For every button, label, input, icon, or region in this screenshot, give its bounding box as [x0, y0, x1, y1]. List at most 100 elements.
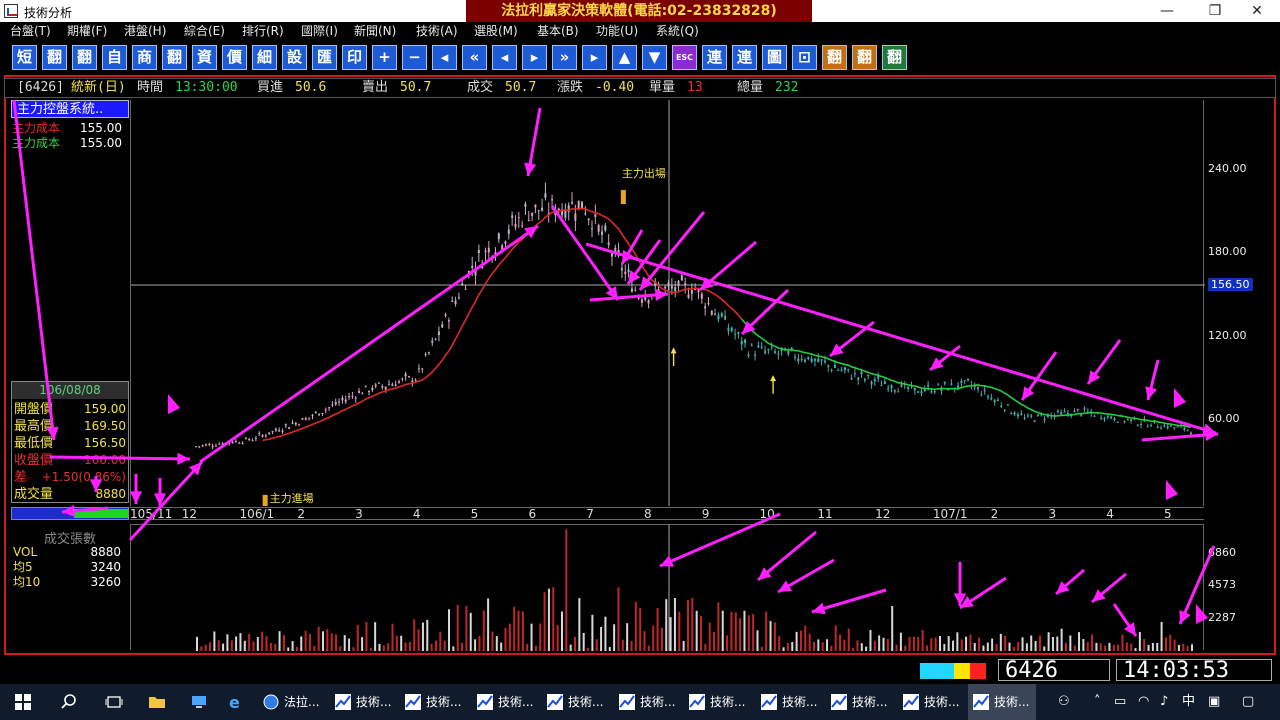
candle-body: [887, 388, 890, 390]
taskbar-app-technical[interactable]: 技術...: [472, 684, 540, 720]
toolbar-button-11[interactable]: 匯: [312, 45, 337, 70]
date-tick-label: 2: [990, 507, 999, 521]
menu-item-news[interactable]: 新聞(N): [354, 22, 396, 41]
toolbar-button-6[interactable]: 翻: [162, 45, 187, 70]
battery-icon[interactable]: ▭: [1114, 684, 1130, 720]
candle-body: [454, 300, 457, 305]
volume-icon[interactable]: ♪: [1160, 684, 1176, 720]
ime-indicator[interactable]: 中: [1182, 684, 1198, 720]
volume-bar: [1112, 644, 1115, 651]
taskbar-app-technical[interactable]: 技術...: [826, 684, 894, 720]
taskbar-app-technical[interactable]: 技術...: [614, 684, 682, 720]
date-tick-label: 7: [586, 507, 594, 521]
quote-info-bar: [6426] 統新(日) 時間 13:30:00 買進 50.6 賣出 50.7…: [4, 78, 1276, 98]
volume-bar: [330, 633, 333, 651]
volume-bar: [795, 631, 798, 651]
menu-item-system[interactable]: 系統(Q): [656, 22, 699, 41]
taskbar-app-technical[interactable]: 技術...: [898, 684, 966, 720]
volume-chart[interactable]: [130, 524, 1204, 651]
close-button[interactable]: ✕: [1234, 0, 1280, 22]
taskbar-app-technical[interactable]: 技術...: [756, 684, 824, 720]
taskbar-app-technical[interactable]: 技術...: [684, 684, 752, 720]
volume-bar: [526, 643, 529, 651]
file-explorer-button[interactable]: [144, 684, 170, 720]
toolbar-button-12[interactable]: 印: [342, 45, 367, 70]
wifi-icon[interactable]: ◠: [1138, 684, 1154, 720]
candle-body: [281, 430, 284, 432]
toolbar-button-28[interactable]: 翻: [822, 45, 847, 70]
task-view-button[interactable]: [101, 684, 127, 720]
candle-body: [1160, 428, 1163, 430]
toolbar-button-3[interactable]: 翻: [72, 45, 97, 70]
toolbar-button-24[interactable]: 連: [702, 45, 727, 70]
toolbar-button-23[interactable]: ESC: [672, 45, 697, 70]
search-button[interactable]: [56, 684, 82, 720]
menu-item-screener[interactable]: 選股(M): [474, 22, 518, 41]
candle-body: [564, 210, 567, 218]
chevron-up-icon[interactable]: ˄: [1094, 684, 1108, 720]
toolbar-button-20[interactable]: ▸: [582, 45, 607, 70]
candle-body: [534, 204, 537, 208]
minimize-button[interactable]: —: [1144, 0, 1190, 22]
toolbar-button-1[interactable]: 短: [12, 45, 37, 70]
price-chart[interactable]: 主力出場 主力進場: [130, 100, 1205, 513]
candle-body: [1080, 414, 1083, 416]
volume-bar: [482, 610, 485, 651]
candle-body: [807, 356, 810, 360]
toolbar-button-27[interactable]: ⊡: [792, 45, 817, 70]
volume-bar: [1030, 635, 1033, 651]
menu-item-function[interactable]: 功能(U): [596, 22, 638, 41]
toolbar-button-25[interactable]: 連: [732, 45, 757, 70]
toolbar-button-30[interactable]: 翻: [882, 45, 907, 70]
notification-icon[interactable]: ▢: [1242, 684, 1260, 720]
people-icon[interactable]: ⚇: [1058, 684, 1076, 720]
menu-item-fundamental[interactable]: 基本(B): [537, 22, 579, 41]
toolbar-button-19[interactable]: »: [552, 45, 577, 70]
toolbar-button-2[interactable]: 翻: [42, 45, 67, 70]
toolbar-button-15[interactable]: ◂: [432, 45, 457, 70]
candle-body: [427, 352, 430, 354]
toolbar-button-10[interactable]: 設: [282, 45, 307, 70]
candle-body: [338, 401, 341, 403]
taskbar-app-ferrari[interactable]: 法拉...: [258, 684, 326, 720]
candle-body: [777, 353, 780, 355]
taskbar-app-technical[interactable]: 技術...: [968, 684, 1036, 720]
candle-body: [977, 387, 980, 390]
toolbar-button-29[interactable]: 翻: [852, 45, 877, 70]
toolbar-button-21[interactable]: ▲: [612, 45, 637, 70]
maximize-button[interactable]: ❐: [1192, 0, 1238, 22]
toolbar-button-4[interactable]: 自: [102, 45, 127, 70]
ie-button[interactable]: e: [222, 684, 248, 720]
toolbar-button-18[interactable]: ▸: [522, 45, 547, 70]
toolbar-button-7[interactable]: 資: [192, 45, 217, 70]
candle-body: [870, 381, 873, 385]
toolbar-button-17[interactable]: ◂: [492, 45, 517, 70]
candle-body: [1083, 408, 1086, 410]
store-button[interactable]: [186, 684, 212, 720]
menu-item-taiwan[interactable]: 台盤(T): [10, 22, 51, 41]
toolbar-button-22[interactable]: ▼: [642, 45, 667, 70]
taskbar-app-technical[interactable]: 技術...: [330, 684, 398, 720]
volume-bar: [547, 588, 550, 651]
menu-item-ranking[interactable]: 排行(R): [242, 22, 284, 41]
ime-mode-icon[interactable]: ▣: [1208, 684, 1226, 720]
menu-item-composite[interactable]: 綜合(E): [184, 22, 225, 41]
date-tick-label: 105/11: [130, 507, 173, 521]
candle-body: [301, 418, 304, 420]
menu-item-hk[interactable]: 港盤(H): [124, 22, 166, 41]
toolbar-button-16[interactable]: «: [462, 45, 487, 70]
menu-item-international[interactable]: 國際(I): [301, 22, 338, 41]
start-button[interactable]: [10, 684, 36, 720]
menu-item-futures[interactable]: 期權(F): [67, 22, 107, 41]
taskbar-app-technical[interactable]: 技術...: [542, 684, 610, 720]
taskbar-app-technical[interactable]: 技術...: [400, 684, 468, 720]
toolbar-button-13[interactable]: +: [372, 45, 397, 70]
toolbar-button-26[interactable]: 圖: [762, 45, 787, 70]
toolbar-button-14[interactable]: −: [402, 45, 427, 70]
menu-item-technical[interactable]: 技術(A): [416, 22, 458, 41]
toolbar-button-5[interactable]: 商: [132, 45, 157, 70]
volume-bar: [995, 643, 998, 651]
main-force-system-title[interactable]: 主力控盤系統..: [11, 100, 129, 118]
toolbar-button-9[interactable]: 細: [252, 45, 277, 70]
toolbar-button-8[interactable]: 價: [222, 45, 247, 70]
